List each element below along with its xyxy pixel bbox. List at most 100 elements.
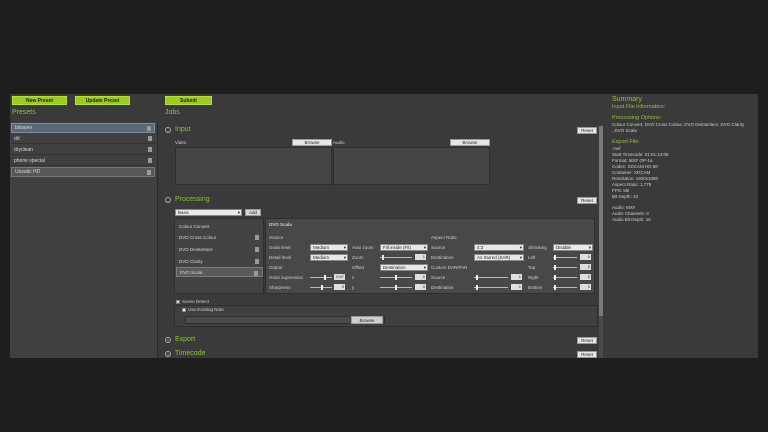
submit-button[interactable]: Submit bbox=[165, 96, 212, 105]
slider-handle[interactable] bbox=[476, 275, 478, 280]
slider-handle[interactable] bbox=[554, 255, 556, 260]
offset-select[interactable]: Destination bbox=[380, 264, 428, 271]
operation-item[interactable]: DVO Scala bbox=[176, 267, 263, 277]
collapse-icon[interactable]: – bbox=[165, 127, 171, 133]
audio-browse-button[interactable]: Browse bbox=[450, 139, 490, 146]
operation-item[interactable]: DVO Deinterlace bbox=[176, 244, 263, 254]
slider-handle[interactable] bbox=[476, 285, 478, 290]
expand-icon[interactable]: + bbox=[165, 351, 171, 357]
processing-options-line: , DVO Scala bbox=[612, 128, 637, 133]
use-existing-checkbox[interactable] bbox=[182, 308, 186, 312]
collapse-icon[interactable]: – bbox=[165, 197, 171, 203]
y-value[interactable]: 0 bbox=[415, 284, 426, 290]
destination-select[interactable]: As Stored (SAR) bbox=[474, 254, 524, 261]
new-preset-button[interactable]: New Preset bbox=[12, 96, 67, 105]
shrinking-select[interactable]: Disable bbox=[553, 244, 593, 251]
dvo-scala-panel: DVO Scala Source Aspect Ratio Grain leve… bbox=[265, 218, 595, 294]
left-slider[interactable] bbox=[553, 255, 577, 260]
custom-dar-label: Custom DAR/PAR bbox=[431, 265, 468, 270]
trash-icon[interactable] bbox=[147, 126, 151, 131]
presets-list: bitsaver dd dryclean phone special Unsat… bbox=[10, 122, 158, 358]
top-slider[interactable] bbox=[553, 265, 577, 270]
slider-handle[interactable] bbox=[324, 275, 326, 280]
custom-destination-slider[interactable] bbox=[474, 285, 508, 290]
mode-select[interactable]: Basic bbox=[175, 209, 242, 216]
note-browse-button[interactable]: Browse bbox=[351, 316, 383, 324]
summary-line: .mxf bbox=[612, 146, 621, 151]
panel-title: DVO Scala bbox=[269, 222, 292, 227]
x-value[interactable]: 0 bbox=[415, 274, 426, 280]
slider-handle[interactable] bbox=[321, 285, 323, 290]
bottom-value[interactable]: 0 bbox=[580, 284, 591, 290]
grain-supp-value[interactable]: 0.67 bbox=[334, 274, 345, 280]
detail-level-select[interactable]: Medium bbox=[310, 254, 348, 261]
preset-item[interactable]: dryclean bbox=[11, 145, 155, 155]
custom-source-slider[interactable] bbox=[474, 275, 508, 280]
operation-item[interactable]: Colour Convert bbox=[176, 221, 263, 231]
left-value[interactable]: 0 bbox=[580, 254, 591, 260]
slider-handle[interactable] bbox=[554, 285, 556, 290]
preset-item[interactable]: phone special bbox=[11, 156, 155, 166]
auto-zoom-select[interactable]: Fill inside (Fit) bbox=[380, 244, 428, 251]
trash-icon[interactable] bbox=[254, 271, 258, 276]
trash-icon[interactable] bbox=[255, 259, 259, 264]
export-file-heading: Export File: bbox=[612, 139, 640, 145]
preset-item[interactable]: bitsaver bbox=[11, 123, 155, 133]
sharpness-value[interactable]: 0 bbox=[334, 284, 345, 290]
slider-handle[interactable] bbox=[395, 275, 397, 280]
scrollbar-thumb[interactable] bbox=[599, 126, 603, 316]
trash-icon[interactable] bbox=[148, 136, 152, 141]
bottom-slider[interactable] bbox=[553, 285, 577, 290]
summary-line: Audio Channels: 8 bbox=[612, 211, 649, 216]
trash-icon[interactable] bbox=[255, 247, 259, 252]
trash-icon[interactable] bbox=[148, 147, 152, 152]
grain-level-select[interactable]: Medium bbox=[310, 244, 348, 251]
custom-destination-value[interactable]: 1 bbox=[511, 284, 522, 290]
top-value[interactable]: 0 bbox=[580, 264, 591, 270]
offset-label: Offset bbox=[352, 265, 364, 270]
update-preset-button[interactable]: Update Preset bbox=[75, 96, 130, 105]
trash-icon[interactable] bbox=[148, 158, 152, 163]
right-slider[interactable] bbox=[553, 275, 577, 280]
y-slider[interactable] bbox=[380, 285, 412, 290]
timecode-header[interactable]: + Timecode bbox=[165, 350, 603, 358]
audio-drop-area[interactable] bbox=[333, 147, 490, 185]
x-slider[interactable] bbox=[380, 275, 412, 280]
source-select[interactable]: 4:3 bbox=[474, 244, 524, 251]
trash-icon[interactable] bbox=[147, 170, 151, 175]
scene-detect-checkbox[interactable]: ✓ bbox=[176, 300, 180, 305]
operation-item[interactable]: DVO Clarity bbox=[176, 256, 263, 266]
right-label: Right bbox=[528, 275, 539, 280]
right-value[interactable]: 0 bbox=[580, 274, 591, 280]
summary-title: Summary bbox=[612, 96, 642, 103]
preset-item[interactable]: Unsatic HD bbox=[11, 167, 155, 177]
export-reset-button[interactable]: Reset bbox=[577, 337, 597, 344]
sharpness-slider[interactable] bbox=[310, 285, 332, 290]
input-header[interactable]: – Input bbox=[165, 126, 603, 136]
zoom-value[interactable]: 1 bbox=[415, 254, 426, 260]
custom-source-value[interactable]: 1 bbox=[511, 274, 522, 280]
left-label: Left bbox=[528, 255, 536, 260]
processing-header[interactable]: – Processing bbox=[165, 196, 603, 206]
timecode-reset-button[interactable]: Reset bbox=[577, 351, 597, 358]
preset-item[interactable]: dd bbox=[11, 134, 155, 144]
app-window: New Preset Update Preset Submit Presets … bbox=[10, 94, 758, 358]
source-label: Source bbox=[431, 245, 446, 250]
grain-supp-slider[interactable] bbox=[310, 275, 332, 280]
processing-reset-button[interactable]: Reset bbox=[577, 197, 597, 204]
input-reset-button[interactable]: Reset bbox=[577, 127, 597, 134]
slider-handle[interactable] bbox=[382, 255, 384, 260]
video-drop-area[interactable] bbox=[175, 147, 332, 185]
operation-item[interactable]: DVO Cross Colour bbox=[176, 232, 263, 242]
video-browse-button[interactable]: Browse bbox=[292, 139, 332, 146]
export-header[interactable]: + Export bbox=[165, 336, 603, 346]
slider-handle[interactable] bbox=[554, 275, 556, 280]
add-button[interactable]: Add bbox=[245, 209, 261, 216]
summary-line: FPS: 59i bbox=[612, 188, 630, 193]
slider-handle[interactable] bbox=[554, 265, 556, 270]
slider-handle[interactable] bbox=[395, 285, 397, 290]
zoom-slider[interactable] bbox=[380, 255, 412, 260]
trash-icon[interactable] bbox=[255, 235, 259, 240]
jobs-scrollbar[interactable] bbox=[599, 126, 603, 358]
expand-icon[interactable]: + bbox=[165, 337, 171, 343]
